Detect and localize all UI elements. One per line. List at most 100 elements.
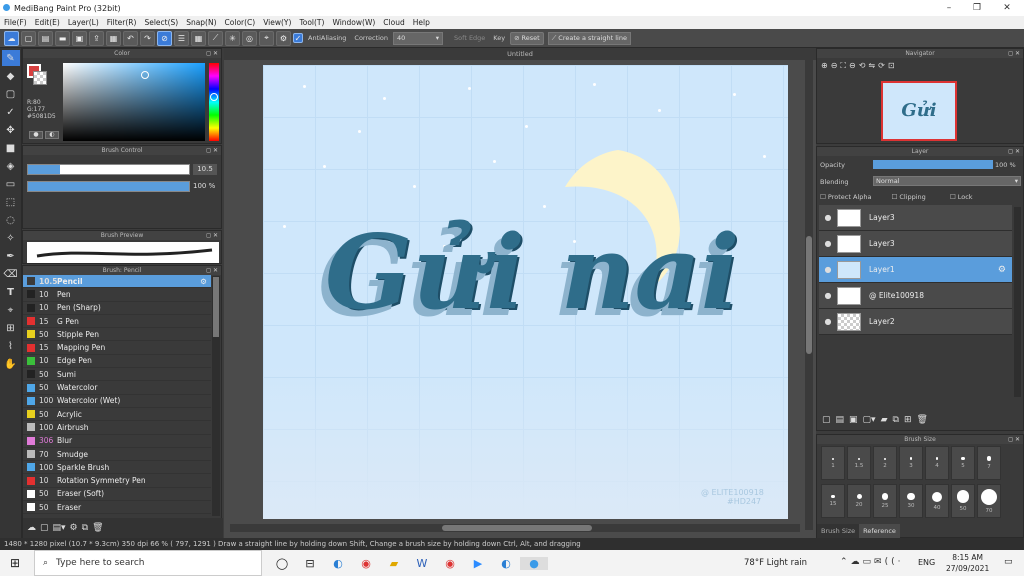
panel-buttons-icon[interactable]: ◻ ✕ (1008, 49, 1020, 58)
visibility-eye-icon[interactable]: ● (819, 239, 837, 248)
brush-size-cell[interactable]: 25 (873, 484, 897, 518)
cloud-icon[interactable]: ☁ (4, 30, 19, 46)
task-view-icon[interactable]: ◯ (268, 557, 296, 570)
straight-line-button[interactable]: ⟋ Create a straight line (547, 31, 631, 45)
panel-buttons-icon[interactable]: ◻ ✕ (206, 146, 218, 155)
canvas-vertical-scrollbar[interactable] (805, 60, 813, 530)
snap-radial-icon[interactable]: ✳ (225, 30, 240, 46)
menu-snap[interactable]: Snap(N) (182, 18, 220, 27)
brush-size-cell[interactable]: 3 (899, 446, 923, 480)
chrome-profile-icon[interactable]: ◉ (436, 557, 464, 570)
language-indicator[interactable]: ENG (918, 558, 935, 567)
saturation-value-picker[interactable] (63, 63, 205, 141)
color-history-icon[interactable]: ● (29, 131, 43, 139)
reset-button[interactable]: ⊘ Reset (510, 31, 544, 45)
panel-buttons-icon[interactable]: ◻ ✕ (206, 266, 218, 275)
layer-row[interactable]: ● Layer2 (819, 309, 1012, 335)
navigator-thumbnail[interactable]: Gửi nai (881, 81, 957, 177)
snap-vanish-icon[interactable]: ⌖ (259, 30, 274, 46)
brush-item[interactable]: 306 Blur (23, 435, 211, 448)
zoom-in-icon[interactable]: ⊕ (821, 61, 828, 71)
clock[interactable]: 8:15 AM 27/09/2021 (946, 552, 989, 574)
snap-settings-icon[interactable]: ⚙ (276, 30, 291, 46)
brush-item[interactable]: 10.5 Pencil ⚙ (23, 275, 211, 289)
menu-layer[interactable]: Layer(L) (64, 18, 103, 27)
hue-slider-handle[interactable] (210, 93, 218, 101)
divide-tool-icon[interactable]: ⊞ (2, 320, 20, 336)
brush-item[interactable]: 100 Airbrush (23, 421, 211, 435)
new-layer-icon[interactable]: ▢ (822, 415, 831, 425)
new-8bit-layer-icon[interactable]: ▣ (849, 415, 858, 425)
comment-icon[interactable]: ▬ (55, 30, 70, 46)
brush-item[interactable]: 100 Sparkle Brush (23, 461, 211, 475)
brush-size-cell[interactable]: 5 (951, 446, 975, 480)
brush-size-slider[interactable] (27, 164, 190, 175)
brush-size-value[interactable]: 10.5 (193, 164, 217, 175)
brush-item[interactable]: 10 Edge Pen (23, 355, 211, 369)
brush-settings-icon[interactable]: ⚙ (70, 523, 78, 533)
zoom-out-icon[interactable]: ⊖ (831, 61, 838, 71)
brush-item[interactable]: 100 Watercolor (Wet) (23, 395, 211, 408)
brush-list-scrollbar[interactable] (212, 276, 220, 516)
visibility-eye-icon[interactable]: ● (819, 213, 837, 222)
reset-view-icon[interactable]: ⊡ (888, 61, 895, 71)
word-icon[interactable]: W (408, 557, 436, 570)
layer-row[interactable]: ● Layer3 (819, 205, 1012, 231)
merge-layer-icon[interactable]: ⊞ (904, 415, 912, 425)
lock-checkbox[interactable]: ☐ Lock (950, 193, 973, 201)
layer-opacity-slider[interactable] (873, 160, 993, 169)
windows-start-icon[interactable]: ⊞ (10, 556, 20, 570)
redo-icon[interactable]: ↷ (140, 30, 155, 46)
menu-edit[interactable]: Edit(E) (31, 18, 64, 27)
brush-size-cell[interactable]: 20 (847, 484, 871, 518)
brush-item[interactable]: 10 Rotation Symmetry Pen (23, 474, 211, 488)
brush-item[interactable]: 70 Smudge (23, 448, 211, 462)
weather-widget[interactable]: 78°F Light rain (744, 558, 807, 568)
brush-size-cell[interactable]: 70 (977, 484, 1001, 518)
brush-size-cell[interactable]: 1.5 (847, 446, 871, 480)
new-halftone-layer-icon[interactable]: ▤ (836, 415, 845, 425)
cloud-brush-icon[interactable]: ☁ (27, 523, 36, 533)
edge-second-icon[interactable]: ◐ (492, 557, 520, 570)
snap-perspective-icon[interactable]: ⟋ (208, 30, 223, 46)
brush-size-cell[interactable]: 2 (873, 446, 897, 480)
brush-item[interactable]: 50 Eraser (Soft) (23, 488, 211, 502)
layer-list-scrollbar[interactable] (1014, 207, 1021, 397)
taskbar-search[interactable]: ⌕ Type here to search (34, 550, 262, 576)
actual-size-icon[interactable]: ⊖ (849, 61, 856, 71)
save-icon[interactable]: ▣ (72, 30, 87, 46)
maximize-button[interactable]: ❐ (962, 0, 992, 16)
clipping-checkbox[interactable]: ☐ Clipping (891, 193, 925, 201)
select-eraser-icon[interactable]: ⌫ (2, 266, 20, 282)
panel-buttons-icon[interactable]: ◻ ✕ (206, 231, 218, 240)
layer-row[interactable]: ● Layer1 ⚙ (819, 257, 1012, 283)
operation-tool-icon[interactable]: ⌖ (2, 302, 20, 318)
eyedropper-icon[interactable]: ⌇ (2, 338, 20, 354)
menu-window[interactable]: Window(W) (328, 18, 379, 27)
brush-item[interactable]: 10 Pen (23, 288, 211, 302)
magic-wand-icon[interactable]: ✧ (2, 230, 20, 246)
brush-size-cell[interactable]: 50 (951, 484, 975, 518)
menu-help[interactable]: Help (409, 18, 434, 27)
layer-opacity-value[interactable]: 100 % (995, 161, 1016, 169)
delete-brush-icon[interactable]: 🗑 (92, 523, 103, 533)
hand-tool-icon[interactable]: ✋ (2, 356, 20, 372)
rotate-left-icon[interactable]: ⟲ (859, 61, 866, 71)
grid-icon[interactable]: ▦ (106, 30, 121, 46)
tab-brush-size[interactable]: Brush Size (817, 524, 860, 538)
menu-file[interactable]: File(F) (0, 18, 31, 27)
minimize-button[interactable]: – (934, 0, 964, 16)
add-layer-menu-icon[interactable]: ▢▾ (863, 415, 876, 425)
export-icon[interactable]: ⇪ (89, 30, 104, 46)
brush-item[interactable]: 15 G Pen (23, 315, 211, 329)
brush-size-cell[interactable]: 1 (821, 446, 845, 480)
canvas-vertical-scroll-thumb[interactable] (806, 236, 812, 354)
blending-select[interactable]: Normal ▾ (873, 176, 1021, 186)
text-tool-icon[interactable]: T (2, 284, 20, 300)
select-tool-icon[interactable]: ⬚ (2, 194, 20, 210)
hue-slider[interactable] (209, 63, 219, 141)
visibility-eye-icon[interactable]: ● (819, 265, 837, 274)
canvas-horizontal-scroll-thumb[interactable] (442, 525, 592, 531)
duplicate-brush-icon[interactable]: ⧉ (82, 523, 88, 533)
move-tool-icon[interactable]: ✥ (2, 122, 20, 138)
